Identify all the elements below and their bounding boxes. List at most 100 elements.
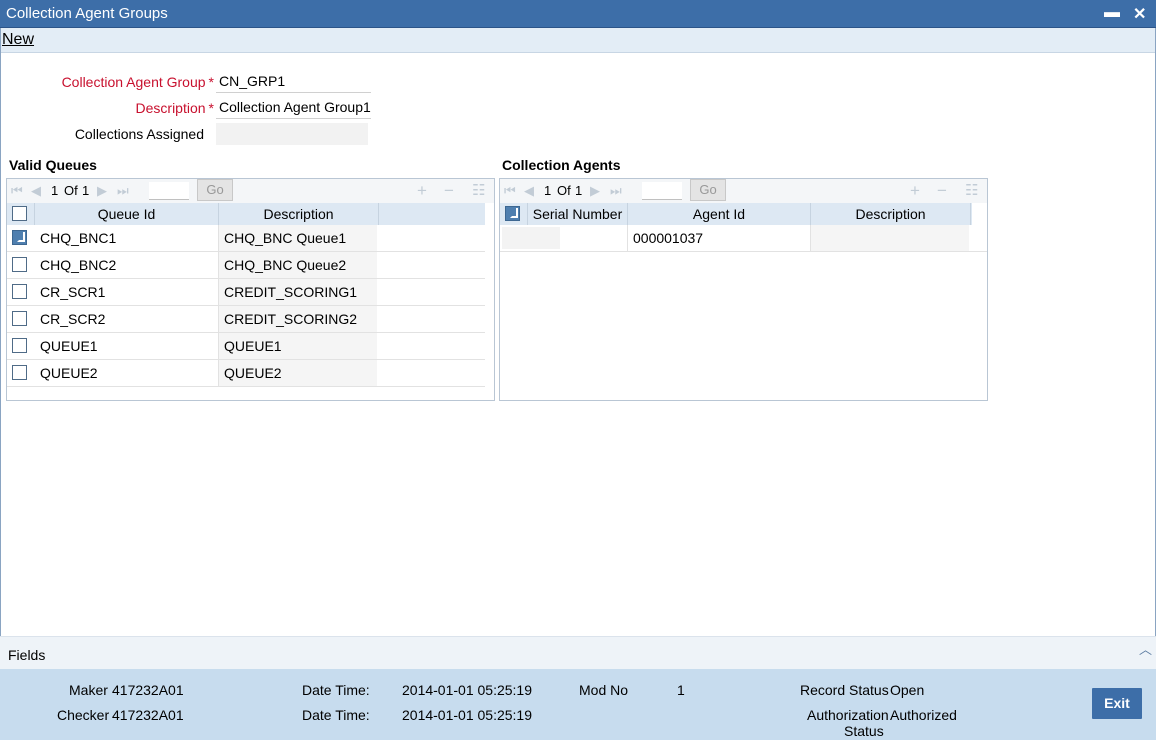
queue-id-cell: CHQ_BNC2 <box>35 252 219 278</box>
table-row[interactable]: CR_SCR1 CREDIT_SCORING1 <box>7 279 485 306</box>
queues-select-all-cell <box>7 203 35 225</box>
fields-label: Fields <box>8 647 46 663</box>
agents-toolbar: ⏮ ◀ 1 Of 1 ▶ ⏭ Go + − ☷ <box>500 179 987 203</box>
agents-page-input[interactable] <box>642 182 682 200</box>
next-page-icon[interactable]: ▶ <box>590 183 600 199</box>
audit-footer <box>0 669 1156 740</box>
agents-col-serial-number: Serial Number <box>528 203 628 225</box>
queues-col-description: Description <box>219 203 379 225</box>
checker-value: 417232A01 <box>112 707 184 723</box>
first-page-icon[interactable]: ⏮ <box>504 183 516 199</box>
record-status-label: Record Status <box>800 682 889 698</box>
table-row[interactable]: QUEUE1 QUEUE1 <box>7 333 485 360</box>
queues-page-current: 1 <box>51 183 59 198</box>
collection-agents-title: Collection Agents <box>502 157 621 173</box>
table-row[interactable]: 000001037 <box>500 225 987 252</box>
single-view-icon[interactable]: ☷ <box>472 181 485 199</box>
queues-page-input[interactable] <box>149 182 189 200</box>
add-row-icon[interactable]: + <box>417 181 427 201</box>
authorization-status-label-2: Status <box>844 723 884 739</box>
agents-page-total: 1 <box>575 183 583 198</box>
row-checkbox[interactable] <box>12 230 27 245</box>
queues-select-all-checkbox[interactable] <box>12 206 27 221</box>
agents-page-of: Of <box>557 183 571 198</box>
checker-label: Checker <box>57 707 110 723</box>
description-field[interactable]: Collection Agent Group1 <box>216 97 371 119</box>
serial-number-input[interactable] <box>502 227 560 249</box>
table-row[interactable]: CR_SCR2 CREDIT_SCORING2 <box>7 306 485 333</box>
group-label: Collection Agent Group * <box>61 74 214 90</box>
row-checkbox[interactable] <box>12 284 27 299</box>
checker-datetime-label: Date Time: <box>302 707 370 723</box>
chevron-up-icon[interactable]: ︿ <box>1139 639 1152 658</box>
first-page-icon[interactable]: ⏮ <box>11 183 23 199</box>
delete-row-icon[interactable]: − <box>444 181 454 201</box>
queue-description-cell: CREDIT_SCORING2 <box>219 306 377 332</box>
delete-row-icon[interactable]: − <box>937 181 947 201</box>
collections-assigned-label: Collections Assigned <box>74 126 204 142</box>
mod-no-label: Mod No <box>579 682 629 698</box>
checker-datetime-value: 2014-01-01 05:25:19 <box>402 707 532 723</box>
row-select-cell <box>7 360 35 386</box>
queues-go-button[interactable]: Go <box>197 179 233 201</box>
queue-id-cell: CR_SCR1 <box>35 279 219 305</box>
table-row[interactable]: CHQ_BNC2 CHQ_BNC Queue2 <box>7 252 485 279</box>
prev-page-icon[interactable]: ◀ <box>31 183 41 199</box>
valid-queues-grid: ⏮ ◀ 1 Of 1 ▶ ⏭ Go + − ☷ Queue Id Descrip… <box>6 178 495 401</box>
agents-select-all-cell <box>500 203 528 225</box>
table-row[interactable]: CHQ_BNC1 CHQ_BNC Queue1 <box>7 225 485 252</box>
next-page-icon[interactable]: ▶ <box>97 183 107 199</box>
fields-bar[interactable]: Fields ︿ <box>0 636 1156 669</box>
window-title: Collection Agent Groups <box>6 5 168 22</box>
title-bar: Collection Agent Groups ▬ ✕ <box>0 0 1156 28</box>
valid-queues-title: Valid Queues <box>9 157 97 173</box>
queues-header: Queue Id Description <box>7 203 485 225</box>
minimize-button[interactable]: ▬ <box>1104 4 1120 22</box>
queue-id-cell: CHQ_BNC1 <box>35 225 219 251</box>
record-status-value: Open <box>890 682 925 698</box>
queue-description-cell: CHQ_BNC Queue2 <box>219 252 377 278</box>
single-view-icon[interactable]: ☷ <box>965 181 978 199</box>
queues-toolbar: ⏮ ◀ 1 Of 1 ▶ ⏭ Go + − ☷ <box>7 179 494 203</box>
authorization-status-label: Authorization <box>807 707 889 723</box>
maker-value: 417232A01 <box>112 682 184 698</box>
authorization-status-value: Authorized <box>890 707 957 723</box>
queue-description-cell: QUEUE2 <box>219 360 377 386</box>
exit-button[interactable]: Exit <box>1092 688 1142 719</box>
row-checkbox[interactable] <box>12 311 27 326</box>
group-field[interactable]: CN_GRP1 <box>216 71 371 93</box>
mod-no-value: 1 <box>677 682 685 698</box>
close-button[interactable]: ✕ <box>1133 4 1146 24</box>
queue-id-cell: CR_SCR2 <box>35 306 219 332</box>
last-page-icon[interactable]: ⏭ <box>117 183 129 199</box>
queue-id-cell: QUEUE1 <box>35 333 219 359</box>
queues-page-of: Of <box>64 183 78 198</box>
row-select-cell <box>7 279 35 305</box>
maker-datetime-value: 2014-01-01 05:25:19 <box>402 682 532 698</box>
row-checkbox[interactable] <box>12 257 27 272</box>
agents-header: Serial Number Agent Id Description <box>500 203 972 225</box>
menu-bar: New <box>0 28 1156 53</box>
prev-page-icon[interactable]: ◀ <box>524 183 534 199</box>
new-link[interactable]: New <box>2 31 34 49</box>
last-page-icon[interactable]: ⏭ <box>610 183 622 199</box>
agents-go-button[interactable]: Go <box>690 179 726 201</box>
queues-page-total: 1 <box>82 183 90 198</box>
maker-label: Maker <box>69 682 108 698</box>
row-checkbox[interactable] <box>12 365 27 380</box>
description-label: Description * <box>135 100 214 116</box>
collection-agents-grid: ⏮ ◀ 1 Of 1 ▶ ⏭ Go + − ☷ Serial Number Ag… <box>499 178 988 401</box>
row-select-cell <box>7 306 35 332</box>
agent-id-cell[interactable]: 000001037 <box>628 225 811 251</box>
row-checkbox[interactable] <box>12 338 27 353</box>
queue-description-cell: CHQ_BNC Queue1 <box>219 225 377 251</box>
table-row[interactable]: QUEUE2 QUEUE2 <box>7 360 485 387</box>
agents-select-all-checkbox[interactable] <box>505 206 520 221</box>
agents-col-description: Description <box>811 203 971 225</box>
add-row-icon[interactable]: + <box>910 181 920 201</box>
queues-col-queue-id: Queue Id <box>35 203 219 225</box>
frame-border-left <box>0 28 1 740</box>
row-select-cell <box>7 333 35 359</box>
queue-id-cell: QUEUE2 <box>35 360 219 386</box>
queue-description-cell: QUEUE1 <box>219 333 377 359</box>
